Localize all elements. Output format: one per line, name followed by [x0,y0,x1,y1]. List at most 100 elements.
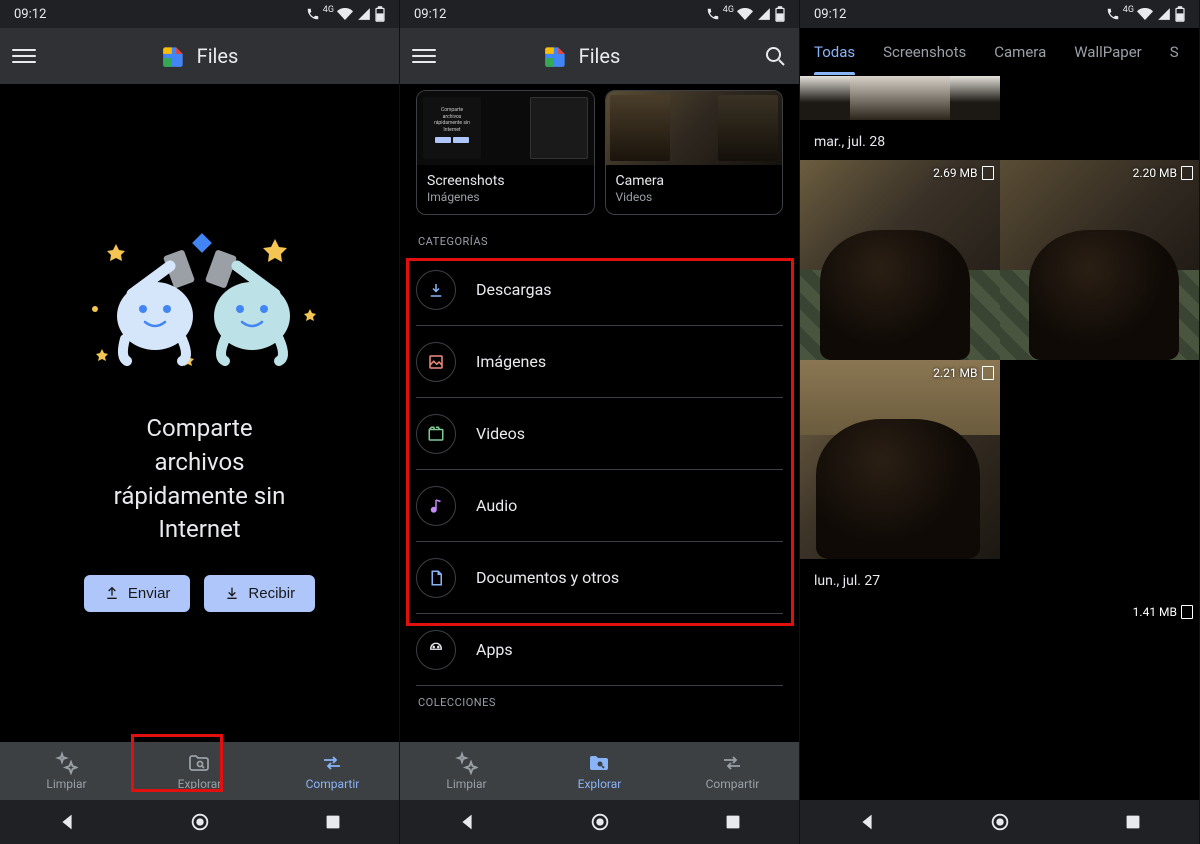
status-time: 09:12 [814,7,846,22]
tab-camera[interactable]: Camera [994,43,1046,61]
category-apps[interactable]: Apps [416,614,783,686]
app-header: Files [400,28,799,84]
image-thumb[interactable]: 2.69 MB [800,160,1000,360]
card-title: Camera [616,173,773,189]
card-screenshots[interactable]: Compartearchivosrápidamente sinInternet … [416,90,595,215]
section-categories: CATEGORÍAS [400,225,799,254]
image-icon [427,353,445,371]
app-title: Files [579,44,621,68]
bottom-nav: Limpiar Explorar Compartir [0,742,399,800]
nav-share[interactable]: Compartir [266,751,399,791]
status-icons: 4G [1104,6,1185,22]
image-thumb[interactable]: 2.20 MB [1000,160,1200,360]
image-thumb[interactable]: 1.41 MB [1000,599,1200,659]
phone-icon [306,7,320,21]
file-size-badge: 2.21 MB [933,366,993,380]
sparkle-icon [454,751,478,775]
app-header: Files [0,28,399,84]
battery-icon [375,6,385,22]
empty-cell [1000,360,1200,560]
nav-clean[interactable]: Limpiar [0,751,133,791]
promo-text: Comparte archivos rápidamente sin Intern… [114,412,286,546]
upload-icon [104,585,120,601]
status-bar: 09:12 4G [800,0,1199,28]
card-camera[interactable]: Camera Videos [605,90,784,215]
image-thumb[interactable] [800,599,1000,659]
home-button[interactable] [589,811,611,833]
status-time: 09:12 [14,7,46,22]
battery-icon [775,6,785,22]
status-time: 09:12 [414,7,446,22]
share-illustration [60,214,340,394]
filter-tabs: Todas Screenshots Camera WallPaper S [800,28,1199,76]
category-images[interactable]: Imágenes [416,326,783,398]
category-downloads[interactable]: Descargas [416,254,783,326]
file-size-badge: 2.20 MB [1133,166,1193,180]
system-nav [400,800,799,844]
search-button[interactable] [763,44,787,68]
folder-search-icon [187,751,211,775]
tab-all[interactable]: Todas [814,43,855,61]
wifi-icon [1137,6,1153,22]
screen-gallery: 09:12 4G Todas Screenshots Camera WallPa… [800,0,1200,844]
back-button[interactable] [56,811,78,833]
nav-explore[interactable]: Explorar [133,751,266,791]
image-thumb[interactable]: 2.21 MB [800,360,1000,560]
status-icons: 4G [304,6,385,22]
home-button[interactable] [989,811,1011,833]
wifi-icon [737,6,753,22]
transfer-icon [320,751,344,775]
card-subtitle: Imágenes [427,190,584,204]
system-nav [800,800,1199,844]
recents-button[interactable] [1122,811,1144,833]
category-audio[interactable]: Audio [416,470,783,542]
tab-more[interactable]: S [1170,43,1179,61]
tab-screenshots[interactable]: Screenshots [883,43,966,61]
download-icon [427,281,445,299]
section-collections: COLECCIONES [400,686,799,715]
tab-wallpaper[interactable]: WallPaper [1074,43,1142,61]
nav-share[interactable]: Compartir [666,751,799,791]
nav-explore[interactable]: Explorar [533,751,666,791]
wifi-icon [337,6,353,22]
download-icon [224,585,240,601]
bottom-nav: Limpiar Explorar Compartir [400,742,799,800]
date-group: mar., jul. 28 [800,120,1199,160]
nav-clean[interactable]: Limpiar [400,751,533,791]
sd-card-icon [982,166,994,180]
receive-button[interactable]: Recibir [204,575,315,612]
category-videos[interactable]: Videos [416,398,783,470]
android-icon [427,641,445,659]
sparkle-icon [54,751,78,775]
battery-icon [1175,6,1185,22]
app-title: Files [197,44,239,68]
category-documents[interactable]: Documentos y otros [416,542,783,614]
phone-icon [1106,7,1120,21]
signal-icon [357,7,371,21]
sd-card-icon [1181,166,1193,180]
recents-button[interactable] [722,811,744,833]
network-label: 4G [723,5,734,15]
card-title: Screenshots [427,173,584,189]
status-bar: 09:12 4G [0,0,399,28]
file-size-badge: 1.41 MB [1133,605,1193,619]
sd-card-icon [982,366,994,380]
signal-icon [757,7,771,21]
home-button[interactable] [189,811,211,833]
network-label: 4G [323,5,334,15]
system-nav [0,800,399,844]
video-icon [427,425,445,443]
screen-explore: 09:12 4G Files Compartearchivosrápidamen… [400,0,800,844]
signal-icon [1157,7,1171,21]
recents-button[interactable] [322,811,344,833]
send-button[interactable]: Enviar [84,575,191,612]
share-promo: Comparte archivos rápidamente sin Intern… [0,84,399,742]
date-group: lun., jul. 27 [800,559,1199,599]
screen-share: 09:12 4G Files [0,0,400,844]
card-subtitle: Videos [616,190,773,204]
transfer-icon [720,751,744,775]
back-button[interactable] [456,811,478,833]
image-thumb[interactable] [800,76,1000,120]
back-button[interactable] [856,811,878,833]
folder-search-icon [587,751,611,775]
